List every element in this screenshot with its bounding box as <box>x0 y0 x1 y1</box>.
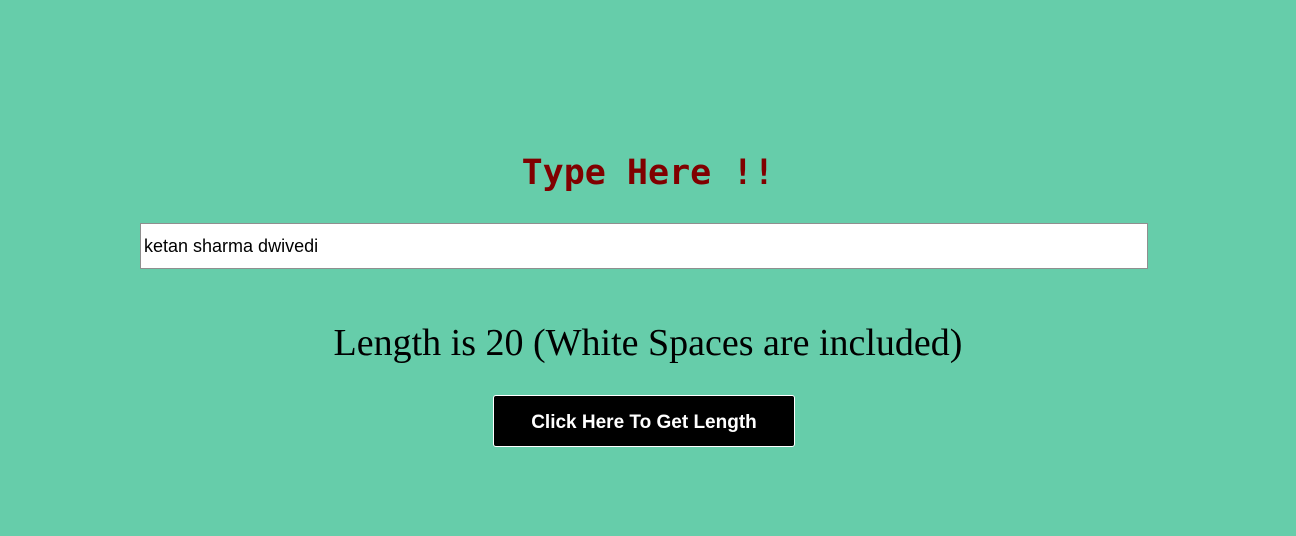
length-result: Length is 20 (White Spaces are included) <box>333 322 963 364</box>
text-input[interactable] <box>140 223 1148 269</box>
page-heading: Type Here !! <box>521 153 775 193</box>
get-length-button-frame: Click Here To Get Length <box>493 395 795 447</box>
get-length-button[interactable]: Click Here To Get Length <box>496 398 792 444</box>
